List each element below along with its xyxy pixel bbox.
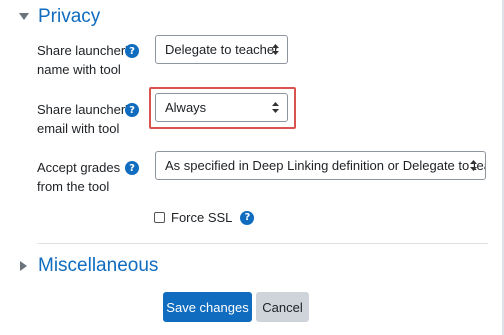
force-ssl-help-icon[interactable]: ?	[240, 210, 255, 225]
accept-grades-help-icon[interactable]: ?	[125, 161, 139, 175]
accept-grades-select-value: As specified in Deep Linking definition …	[165, 158, 486, 173]
caret-right-icon	[16, 258, 32, 274]
accept-grades-select[interactable]: As specified in Deep Linking definition …	[155, 151, 486, 180]
privacy-section-toggle[interactable]: Privacy	[16, 6, 100, 28]
share-name-help-icon[interactable]: ?	[125, 44, 139, 58]
caret-down-icon	[16, 9, 32, 25]
section-divider	[37, 243, 488, 244]
share-name-label-line2: name with tool	[37, 62, 121, 77]
cancel-button[interactable]: Cancel	[256, 292, 309, 322]
force-ssl-label[interactable]: Force SSL	[171, 210, 232, 225]
select-arrows-icon	[470, 152, 477, 179]
accept-grades-label-line2: from the tool	[37, 179, 110, 194]
share-email-label: Share launcher's email with tool	[37, 100, 134, 138]
privacy-section-title: Privacy	[38, 6, 101, 27]
accept-grades-label: Accept grades from the tool	[37, 158, 120, 196]
select-arrows-icon	[272, 94, 279, 121]
miscellaneous-section-toggle[interactable]: Miscellaneous	[16, 255, 158, 277]
save-changes-button[interactable]: Save changes	[163, 292, 252, 322]
share-name-select[interactable]: Delegate to teacher	[155, 35, 288, 64]
share-email-select[interactable]: Always	[155, 93, 288, 122]
miscellaneous-section-title: Miscellaneous	[38, 255, 159, 276]
share-name-label-line1: Share launcher's	[37, 43, 135, 58]
share-email-label-line1: Share launcher's	[37, 102, 135, 117]
share-name-label: Share launcher's name with tool	[37, 41, 134, 79]
share-email-help-icon[interactable]: ?	[125, 103, 139, 117]
share-email-label-line2: email with tool	[37, 121, 120, 136]
share-name-select-value: Delegate to teacher	[165, 42, 279, 57]
force-ssl-checkbox[interactable]	[154, 212, 165, 223]
select-arrows-icon	[272, 36, 279, 63]
accept-grades-label-line1: Accept grades	[37, 160, 121, 175]
share-email-select-value: Always	[165, 100, 207, 115]
force-ssl-row: Force SSL ?	[154, 210, 255, 225]
